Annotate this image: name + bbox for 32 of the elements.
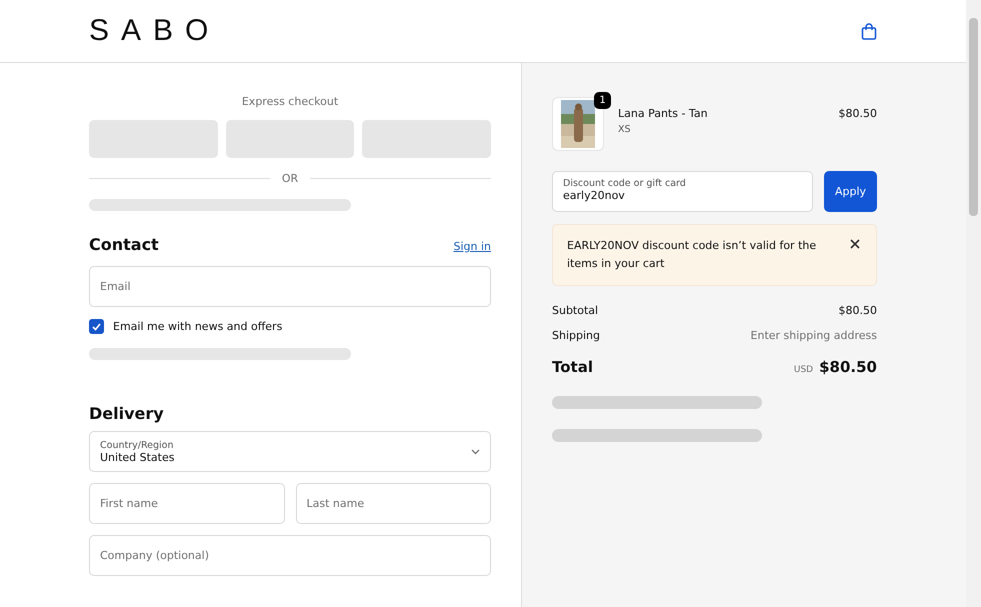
country-select[interactable]: Country/Region United States [89, 431, 491, 472]
or-divider-text: OR [282, 172, 298, 185]
text-field[interactable]: Last name [296, 483, 491, 524]
newsletter-label: Email me with news and offers [113, 320, 282, 333]
delivery-heading: Delivery [89, 404, 164, 423]
summary-value: Enter shipping address [750, 329, 877, 342]
summary-label: Shipping [552, 329, 600, 342]
chevron-down-icon [471, 448, 480, 454]
total-label: Total [552, 358, 593, 376]
product-name: Lana Pants - Tan [618, 107, 709, 120]
error-message: EARLY20NOV discount code isn’t valid for the items in your cart [567, 238, 817, 272]
close-icon[interactable] [848, 237, 862, 251]
product-variant: XS [618, 124, 632, 135]
text-field[interactable]: Company (optional) [89, 535, 491, 576]
quantity-badge: 1 [594, 92, 611, 109]
sign-in-link[interactable]: Sign in [453, 240, 491, 253]
currency-code: USD [794, 365, 814, 375]
shopping-bag-icon[interactable] [861, 22, 877, 40]
checkbox[interactable] [89, 319, 104, 334]
express-checkout-title: Express checkout [240, 95, 340, 108]
checkmark-icon [92, 322, 101, 330]
logo: SABO [89, 14, 220, 48]
email-field[interactable]: Email [89, 266, 491, 307]
discount-field[interactable]: Discount code or gift card early20nov [552, 171, 813, 212]
text-field[interactable]: First name [89, 483, 284, 524]
summary-label: Subtotal [552, 304, 598, 317]
contact-heading: Contact [89, 235, 159, 254]
apply-button[interactable]: Apply [824, 171, 877, 212]
total-value: $80.50 [819, 358, 877, 376]
summary-value: $80.50 [838, 304, 877, 317]
product-price: $80.50 [838, 106, 877, 120]
discount-code-input[interactable]: early20nov [563, 189, 802, 202]
